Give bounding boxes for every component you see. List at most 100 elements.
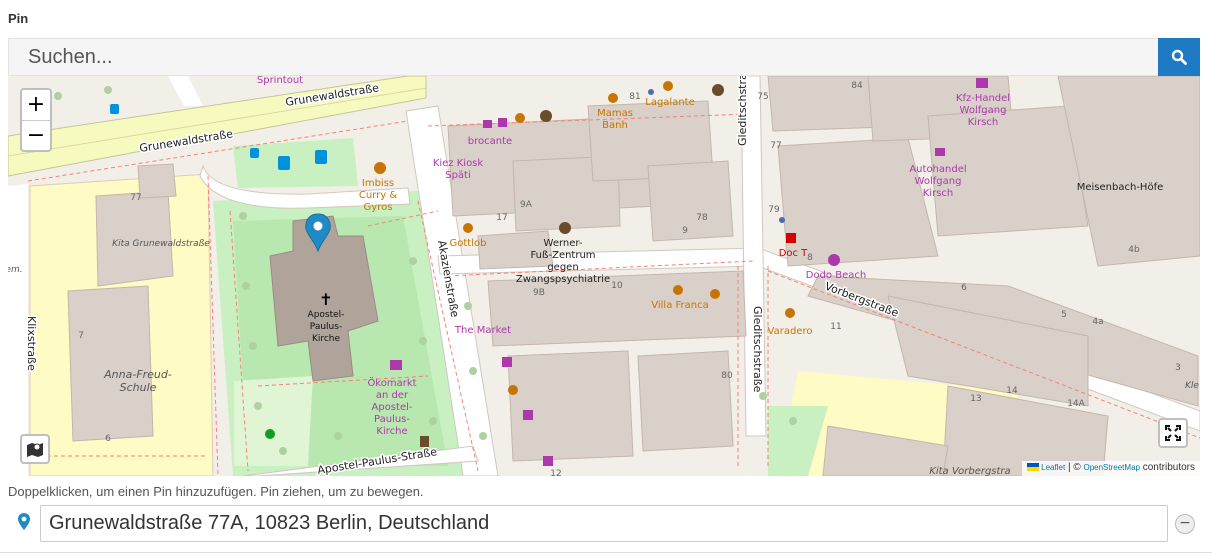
- house-number: 14: [1006, 386, 1018, 396]
- place-label: Sprintout: [257, 76, 303, 86]
- place-label: Curry &: [359, 190, 397, 201]
- bus-icon: [110, 104, 119, 114]
- place-label: Gottlob: [450, 238, 487, 249]
- house-number: 13: [970, 394, 981, 404]
- house-number: 3: [1175, 363, 1181, 373]
- address-field[interactable]: [40, 505, 1168, 542]
- poi-restaurant-icon: [663, 81, 673, 91]
- place-label: an der: [376, 390, 409, 401]
- poi-bar-icon: [785, 308, 795, 318]
- place-label: Kle: [1185, 381, 1199, 391]
- poi-restaurant-icon: [374, 162, 386, 174]
- place-label: Autohandel: [909, 164, 966, 175]
- poi-shop-icon: [502, 357, 512, 367]
- place-label: Kirche: [312, 334, 341, 344]
- place-label: Schule: [120, 381, 157, 394]
- map-tiles: Grunewaldstraße Grunewaldstraße Akaziens…: [8, 76, 1200, 476]
- parking-icon: [278, 156, 290, 170]
- search-icon: [1171, 49, 1187, 65]
- place-label: Ökomarkt: [367, 376, 416, 389]
- place-label: Kirsch: [968, 117, 999, 128]
- layers-button[interactable]: [20, 434, 50, 464]
- place-label: Kirsch: [923, 188, 954, 199]
- house-number: 78: [696, 213, 708, 223]
- attribution-separator: | ©: [1067, 462, 1081, 473]
- bus-icon: [250, 148, 259, 158]
- place-label: em.: [8, 265, 23, 275]
- poi-shop-icon: [523, 410, 533, 420]
- field-label: Pin: [8, 11, 29, 26]
- house-number: 4a: [1092, 317, 1103, 327]
- place-label: Dodo Beach: [806, 270, 866, 281]
- map[interactable]: Grunewaldstraße Grunewaldstraße Akaziens…: [8, 76, 1200, 476]
- map-layers-icon: [27, 443, 43, 457]
- house-number: 84: [851, 81, 863, 91]
- poi-restaurant-icon: [463, 223, 473, 233]
- poi-dot-icon: [648, 89, 654, 95]
- house-number: 77: [770, 141, 781, 151]
- house-number: 9B: [533, 288, 545, 298]
- poi-playground-icon: [265, 429, 275, 439]
- house-number: 81: [629, 92, 640, 102]
- poi-shop-icon: [390, 360, 402, 370]
- place-label: Mamas: [597, 108, 633, 119]
- poi-restaurant-icon: [508, 385, 518, 395]
- poi-office-icon: [712, 84, 724, 96]
- poi-vending-icon: [420, 436, 429, 447]
- poi-shop-icon: [498, 118, 507, 127]
- poi-dentist-icon: [786, 233, 796, 243]
- place-label: Villa Franca: [651, 300, 709, 311]
- place-label: Apostel-: [372, 402, 413, 413]
- street-label: Gleditschstraße: [751, 306, 764, 393]
- place-label: Apostel-: [308, 310, 345, 320]
- place-label: Zwangspsychiatrie: [516, 274, 610, 285]
- fullscreen-button[interactable]: [1158, 418, 1188, 448]
- house-number: 80: [721, 371, 733, 381]
- poi-shop-icon: [543, 456, 553, 466]
- search-button[interactable]: [1158, 38, 1200, 76]
- house-number: 17: [496, 213, 507, 223]
- poi-music-icon: [828, 254, 840, 266]
- place-label: Varadero: [768, 326, 813, 337]
- poi-office-icon: [559, 222, 571, 234]
- house-number: 6: [105, 434, 111, 444]
- zoom-in-button[interactable]: +: [22, 90, 50, 120]
- house-number: 5: [1061, 310, 1067, 320]
- play-area: [234, 376, 313, 466]
- osm-link[interactable]: OpenStreetMap: [1083, 463, 1139, 472]
- place-label: Werner-: [544, 238, 583, 249]
- map-hint: Doppelklicken, um einen Pin hinzuzufügen…: [8, 484, 424, 499]
- parking-icon: [315, 150, 327, 164]
- place-label: Fuß-Zentrum: [530, 250, 595, 261]
- zoom-out-button[interactable]: −: [22, 120, 50, 150]
- place-label: Gyros: [364, 202, 393, 213]
- poi-dot-icon: [779, 217, 785, 223]
- house-number: 6: [961, 283, 967, 293]
- leaflet-link[interactable]: Leaflet: [1041, 463, 1065, 472]
- search-input[interactable]: [9, 39, 1159, 75]
- place-label: Kita Grunewaldstraße: [112, 239, 210, 249]
- address-row: −: [8, 505, 1200, 543]
- place-label: Wolfgang: [960, 105, 1007, 116]
- poi-restaurant-icon: [710, 289, 720, 299]
- place-label: Doc T: [779, 248, 808, 259]
- house-number: 7: [78, 331, 84, 341]
- remove-pin-button[interactable]: −: [1175, 514, 1195, 534]
- poi-cafe-icon: [515, 113, 525, 123]
- house-number: 11: [830, 322, 841, 332]
- poi-shop-icon: [483, 120, 492, 128]
- zoom-control: + −: [20, 88, 52, 152]
- street-label: Klixstraße: [25, 316, 38, 371]
- place-label: Späti: [445, 170, 471, 181]
- place-label: gegen: [547, 262, 578, 273]
- street-label: Gleditschstraße: [736, 76, 749, 146]
- place-label: The Market: [454, 325, 511, 336]
- house-number: 9A: [520, 200, 533, 210]
- place-label: Lagalante: [645, 97, 695, 108]
- poi-restaurant-icon: [608, 93, 618, 103]
- fullscreen-icon: [1165, 425, 1181, 441]
- house-number: 10: [611, 281, 623, 291]
- attribution-contributors: contributors: [1142, 462, 1195, 473]
- place-label: Kiez Kiosk: [433, 158, 484, 169]
- place-label: Paulus-: [374, 414, 410, 425]
